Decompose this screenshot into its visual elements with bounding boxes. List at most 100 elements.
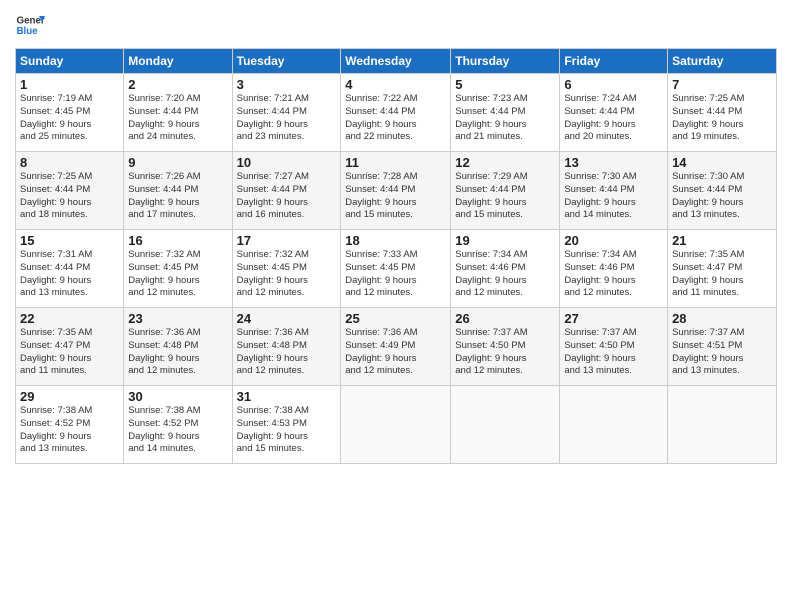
calendar-week-1: 1Sunrise: 7:19 AMSunset: 4:45 PMDaylight…: [16, 74, 777, 152]
day-number: 9: [128, 155, 227, 170]
day-info: Sunrise: 7:38 AMSunset: 4:53 PMDaylight:…: [237, 405, 337, 456]
calendar-cell: 11Sunrise: 7:28 AMSunset: 4:44 PMDayligh…: [341, 152, 451, 230]
day-number: 23: [128, 311, 227, 326]
day-info: Sunrise: 7:32 AMSunset: 4:45 PMDaylight:…: [128, 249, 227, 300]
calendar-cell: 22Sunrise: 7:35 AMSunset: 4:47 PMDayligh…: [16, 308, 124, 386]
calendar-cell: 15Sunrise: 7:31 AMSunset: 4:44 PMDayligh…: [16, 230, 124, 308]
day-info: Sunrise: 7:31 AMSunset: 4:44 PMDaylight:…: [20, 249, 119, 300]
day-number: 10: [237, 155, 337, 170]
day-info: Sunrise: 7:36 AMSunset: 4:48 PMDaylight:…: [128, 327, 227, 378]
day-number: 30: [128, 389, 227, 404]
day-number: 18: [345, 233, 446, 248]
calendar-body: 1Sunrise: 7:19 AMSunset: 4:45 PMDaylight…: [16, 74, 777, 464]
calendar-cell: [668, 386, 777, 464]
calendar-cell: 25Sunrise: 7:36 AMSunset: 4:49 PMDayligh…: [341, 308, 451, 386]
day-info: Sunrise: 7:32 AMSunset: 4:45 PMDaylight:…: [237, 249, 337, 300]
calendar-cell: 2Sunrise: 7:20 AMSunset: 4:44 PMDaylight…: [124, 74, 232, 152]
day-number: 13: [564, 155, 663, 170]
day-number: 8: [20, 155, 119, 170]
day-number: 12: [455, 155, 555, 170]
calendar-cell: [451, 386, 560, 464]
calendar-cell: 14Sunrise: 7:30 AMSunset: 4:44 PMDayligh…: [668, 152, 777, 230]
day-number: 14: [672, 155, 772, 170]
day-info: Sunrise: 7:38 AMSunset: 4:52 PMDaylight:…: [128, 405, 227, 456]
day-info: Sunrise: 7:25 AMSunset: 4:44 PMDaylight:…: [672, 93, 772, 144]
day-number: 7: [672, 77, 772, 92]
svg-text:Blue: Blue: [17, 26, 39, 37]
calendar-cell: 4Sunrise: 7:22 AMSunset: 4:44 PMDaylight…: [341, 74, 451, 152]
day-number: 28: [672, 311, 772, 326]
day-info: Sunrise: 7:33 AMSunset: 4:45 PMDaylight:…: [345, 249, 446, 300]
day-info: Sunrise: 7:24 AMSunset: 4:44 PMDaylight:…: [564, 93, 663, 144]
day-info: Sunrise: 7:29 AMSunset: 4:44 PMDaylight:…: [455, 171, 555, 222]
calendar-cell: 12Sunrise: 7:29 AMSunset: 4:44 PMDayligh…: [451, 152, 560, 230]
day-info: Sunrise: 7:38 AMSunset: 4:52 PMDaylight:…: [20, 405, 119, 456]
weekday-header-wednesday: Wednesday: [341, 49, 451, 74]
day-number: 25: [345, 311, 446, 326]
calendar-cell: 9Sunrise: 7:26 AMSunset: 4:44 PMDaylight…: [124, 152, 232, 230]
day-number: 4: [345, 77, 446, 92]
calendar-table: SundayMondayTuesdayWednesdayThursdayFrid…: [15, 48, 777, 464]
day-info: Sunrise: 7:36 AMSunset: 4:49 PMDaylight:…: [345, 327, 446, 378]
day-info: Sunrise: 7:36 AMSunset: 4:48 PMDaylight:…: [237, 327, 337, 378]
weekday-header-saturday: Saturday: [668, 49, 777, 74]
calendar-cell: 17Sunrise: 7:32 AMSunset: 4:45 PMDayligh…: [232, 230, 341, 308]
day-info: Sunrise: 7:20 AMSunset: 4:44 PMDaylight:…: [128, 93, 227, 144]
calendar-week-5: 29Sunrise: 7:38 AMSunset: 4:52 PMDayligh…: [16, 386, 777, 464]
weekday-header-sunday: Sunday: [16, 49, 124, 74]
day-number: 2: [128, 77, 227, 92]
calendar-cell: 13Sunrise: 7:30 AMSunset: 4:44 PMDayligh…: [560, 152, 668, 230]
calendar-cell: [341, 386, 451, 464]
day-info: Sunrise: 7:37 AMSunset: 4:51 PMDaylight:…: [672, 327, 772, 378]
logo: General Blue: [15, 10, 45, 40]
calendar-cell: 26Sunrise: 7:37 AMSunset: 4:50 PMDayligh…: [451, 308, 560, 386]
main-container: General Blue SundayMondayTuesdayWednesda…: [0, 0, 792, 474]
day-number: 22: [20, 311, 119, 326]
calendar-week-2: 8Sunrise: 7:25 AMSunset: 4:44 PMDaylight…: [16, 152, 777, 230]
header: General Blue: [15, 10, 777, 40]
calendar-cell: 30Sunrise: 7:38 AMSunset: 4:52 PMDayligh…: [124, 386, 232, 464]
day-number: 11: [345, 155, 446, 170]
calendar-cell: 1Sunrise: 7:19 AMSunset: 4:45 PMDaylight…: [16, 74, 124, 152]
calendar-cell: 7Sunrise: 7:25 AMSunset: 4:44 PMDaylight…: [668, 74, 777, 152]
day-info: Sunrise: 7:35 AMSunset: 4:47 PMDaylight:…: [672, 249, 772, 300]
calendar-cell: [560, 386, 668, 464]
day-number: 20: [564, 233, 663, 248]
day-number: 21: [672, 233, 772, 248]
day-info: Sunrise: 7:30 AMSunset: 4:44 PMDaylight:…: [672, 171, 772, 222]
day-info: Sunrise: 7:21 AMSunset: 4:44 PMDaylight:…: [237, 93, 337, 144]
day-number: 16: [128, 233, 227, 248]
logo-icon: General Blue: [15, 10, 45, 40]
day-number: 17: [237, 233, 337, 248]
calendar-cell: 19Sunrise: 7:34 AMSunset: 4:46 PMDayligh…: [451, 230, 560, 308]
day-info: Sunrise: 7:37 AMSunset: 4:50 PMDaylight:…: [564, 327, 663, 378]
day-info: Sunrise: 7:34 AMSunset: 4:46 PMDaylight:…: [455, 249, 555, 300]
day-info: Sunrise: 7:19 AMSunset: 4:45 PMDaylight:…: [20, 93, 119, 144]
calendar-cell: 28Sunrise: 7:37 AMSunset: 4:51 PMDayligh…: [668, 308, 777, 386]
calendar-cell: 27Sunrise: 7:37 AMSunset: 4:50 PMDayligh…: [560, 308, 668, 386]
weekday-header-friday: Friday: [560, 49, 668, 74]
day-info: Sunrise: 7:37 AMSunset: 4:50 PMDaylight:…: [455, 327, 555, 378]
day-info: Sunrise: 7:34 AMSunset: 4:46 PMDaylight:…: [564, 249, 663, 300]
day-number: 24: [237, 311, 337, 326]
day-info: Sunrise: 7:22 AMSunset: 4:44 PMDaylight:…: [345, 93, 446, 144]
weekday-header-row: SundayMondayTuesdayWednesdayThursdayFrid…: [16, 49, 777, 74]
calendar-cell: 3Sunrise: 7:21 AMSunset: 4:44 PMDaylight…: [232, 74, 341, 152]
calendar-cell: 8Sunrise: 7:25 AMSunset: 4:44 PMDaylight…: [16, 152, 124, 230]
weekday-header-tuesday: Tuesday: [232, 49, 341, 74]
weekday-header-monday: Monday: [124, 49, 232, 74]
day-number: 15: [20, 233, 119, 248]
calendar-cell: 23Sunrise: 7:36 AMSunset: 4:48 PMDayligh…: [124, 308, 232, 386]
calendar-week-3: 15Sunrise: 7:31 AMSunset: 4:44 PMDayligh…: [16, 230, 777, 308]
calendar-cell: 18Sunrise: 7:33 AMSunset: 4:45 PMDayligh…: [341, 230, 451, 308]
weekday-header-thursday: Thursday: [451, 49, 560, 74]
calendar-cell: 21Sunrise: 7:35 AMSunset: 4:47 PMDayligh…: [668, 230, 777, 308]
day-info: Sunrise: 7:25 AMSunset: 4:44 PMDaylight:…: [20, 171, 119, 222]
calendar-cell: 10Sunrise: 7:27 AMSunset: 4:44 PMDayligh…: [232, 152, 341, 230]
day-info: Sunrise: 7:28 AMSunset: 4:44 PMDaylight:…: [345, 171, 446, 222]
calendar-cell: 16Sunrise: 7:32 AMSunset: 4:45 PMDayligh…: [124, 230, 232, 308]
calendar-cell: 29Sunrise: 7:38 AMSunset: 4:52 PMDayligh…: [16, 386, 124, 464]
day-number: 5: [455, 77, 555, 92]
calendar-cell: 5Sunrise: 7:23 AMSunset: 4:44 PMDaylight…: [451, 74, 560, 152]
day-number: 6: [564, 77, 663, 92]
